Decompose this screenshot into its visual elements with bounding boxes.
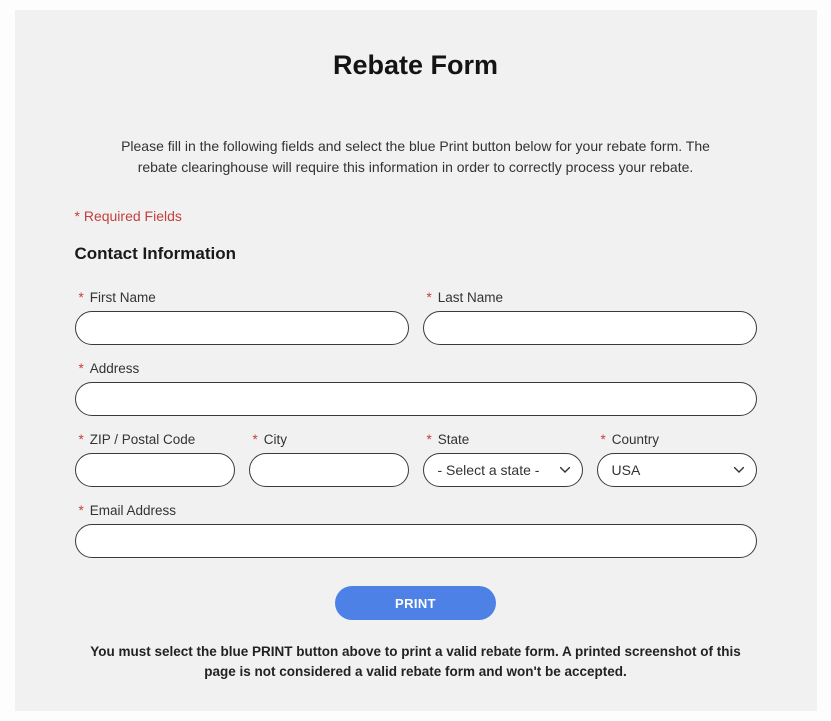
field-zip: *ZIP / Postal Code xyxy=(75,432,235,487)
required-asterisk: * xyxy=(601,432,606,447)
city-input[interactable] xyxy=(249,453,409,487)
city-label: *City xyxy=(249,432,409,447)
field-first-name: *First Name xyxy=(75,290,409,345)
rebate-form-page: Rebate Form Please fill in the following… xyxy=(15,10,817,711)
required-asterisk: * xyxy=(79,290,84,305)
state-label: *State xyxy=(423,432,583,447)
email-label: *Email Address xyxy=(75,503,757,518)
field-country: *Country USA xyxy=(597,432,757,487)
field-address: *Address xyxy=(75,361,757,416)
address-label: *Address xyxy=(75,361,757,376)
footer-note: You must select the blue PRINT button ab… xyxy=(76,642,756,681)
required-asterisk: * xyxy=(253,432,258,447)
required-asterisk: * xyxy=(79,503,84,518)
address-input[interactable] xyxy=(75,382,757,416)
first-name-label: *First Name xyxy=(75,290,409,305)
required-asterisk: * xyxy=(79,432,84,447)
field-city: *City xyxy=(249,432,409,487)
field-last-name: *Last Name xyxy=(423,290,757,345)
section-heading-contact: Contact Information xyxy=(75,244,757,264)
last-name-input[interactable] xyxy=(423,311,757,345)
country-select[interactable]: USA xyxy=(597,453,757,487)
last-name-label: *Last Name xyxy=(423,290,757,305)
required-fields-note: * Required Fields xyxy=(75,208,757,224)
print-button[interactable]: PRINT xyxy=(335,586,496,620)
required-asterisk: * xyxy=(79,361,84,376)
zip-input[interactable] xyxy=(75,453,235,487)
field-state: *State - Select a state - xyxy=(423,432,583,487)
zip-label: *ZIP / Postal Code xyxy=(75,432,235,447)
page-title: Rebate Form xyxy=(75,50,757,81)
intro-text: Please fill in the following fields and … xyxy=(106,136,726,178)
first-name-input[interactable] xyxy=(75,311,409,345)
email-input[interactable] xyxy=(75,524,757,558)
country-label: *Country xyxy=(597,432,757,447)
state-select[interactable]: - Select a state - xyxy=(423,453,583,487)
required-asterisk: * xyxy=(427,290,432,305)
required-asterisk: * xyxy=(427,432,432,447)
field-email: *Email Address xyxy=(75,503,757,558)
